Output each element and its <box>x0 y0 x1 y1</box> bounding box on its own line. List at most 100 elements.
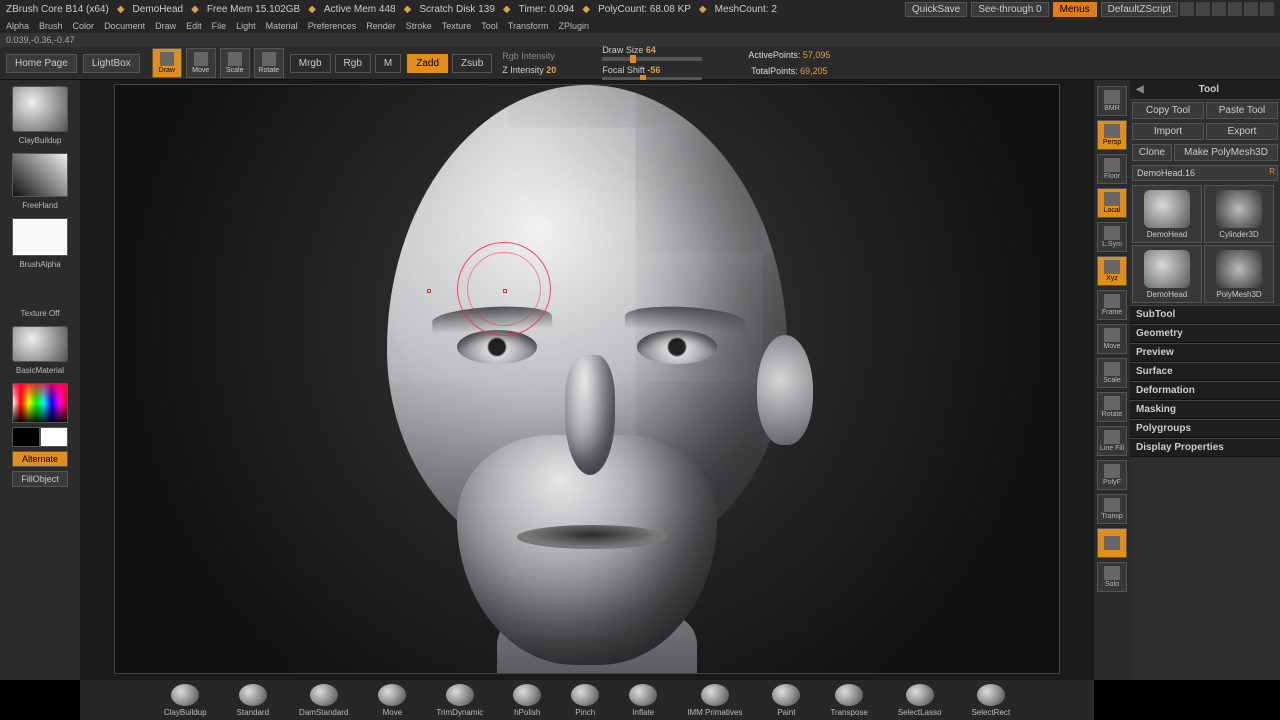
export-button[interactable]: Export <box>1206 123 1278 140</box>
alternate-button[interactable]: Alternate <box>12 451 68 467</box>
move-mode[interactable]: Move <box>186 48 216 78</box>
section-subtool[interactable]: SubTool <box>1130 305 1280 324</box>
menu-document[interactable]: Document <box>104 21 145 31</box>
section-masking[interactable]: Masking <box>1130 400 1280 419</box>
rgb-button[interactable]: Rgb <box>335 54 371 73</box>
alpha-thumb[interactable] <box>12 218 68 256</box>
menu-render[interactable]: Render <box>366 21 396 31</box>
section-display-properties[interactable]: Display Properties <box>1130 438 1280 457</box>
section-polygroups[interactable]: Polygroups <box>1130 419 1280 438</box>
make-polymesh-button[interactable]: Make PolyMesh3D <box>1174 144 1278 161</box>
brush-hpolish[interactable]: hPolish <box>513 684 541 717</box>
section-geometry[interactable]: Geometry <box>1130 324 1280 343</box>
menu-transform[interactable]: Transform <box>508 21 549 31</box>
shelf-transp[interactable]: Transp <box>1097 494 1127 524</box>
symmetry-marker <box>427 289 431 293</box>
window-icon[interactable] <box>1212 2 1226 16</box>
focalshift-slider[interactable]: Focal Shift -56 <box>602 65 702 81</box>
menu-light[interactable]: Light <box>236 21 256 31</box>
shelf-move[interactable]: Move <box>1097 324 1127 354</box>
seethrough-slider[interactable]: See-through 0 <box>971 2 1048 17</box>
scale-mode[interactable]: Scale <box>220 48 250 78</box>
shelf-xyz[interactable]: Xyz <box>1097 256 1127 286</box>
default-script[interactable]: DefaultZScript <box>1101 2 1178 17</box>
clone-button[interactable]: Clone <box>1132 144 1172 161</box>
menu-stroke[interactable]: Stroke <box>406 21 432 31</box>
menu-tool[interactable]: Tool <box>481 21 498 31</box>
menu-zplugin[interactable]: ZPlugin <box>558 21 589 31</box>
stroke-thumb[interactable] <box>12 153 68 197</box>
shelf-local[interactable]: Local <box>1097 188 1127 218</box>
section-surface[interactable]: Surface <box>1130 362 1280 381</box>
shelf-polyf[interactable]: PolyF <box>1097 460 1127 490</box>
shelf-floor[interactable]: Floor <box>1097 154 1127 184</box>
zintensity-slider[interactable]: Rgb Intensity <box>502 51 555 61</box>
lightbox-button[interactable]: LightBox <box>83 54 140 73</box>
brush-thumb[interactable] <box>12 86 68 132</box>
brush-claybuildup[interactable]: ClayBuildup <box>164 684 207 717</box>
material-label: BasicMaterial <box>16 366 64 375</box>
menu-preferences[interactable]: Preferences <box>308 21 357 31</box>
paste-tool-button[interactable]: Paste Tool <box>1206 102 1278 119</box>
brush-selectrect[interactable]: SelectRect <box>971 684 1010 717</box>
menu-brush[interactable]: Brush <box>39 21 63 31</box>
brush-pinch[interactable]: Pinch <box>571 684 599 717</box>
section-deformation[interactable]: Deformation <box>1130 381 1280 400</box>
brush-imm-primatives[interactable]: IMM Primatives <box>687 684 742 717</box>
shelf-persp[interactable]: Persp <box>1097 120 1127 150</box>
tool-name-field[interactable]: DemoHead.16R <box>1132 165 1278 181</box>
shelf-button[interactable] <box>1097 528 1127 558</box>
draw-mode[interactable]: Draw <box>152 48 182 78</box>
import-button[interactable]: Import <box>1132 123 1204 140</box>
tool-thumb[interactable]: DemoHead <box>1132 245 1202 303</box>
quicksave-button[interactable]: QuickSave <box>905 2 967 17</box>
brush-move[interactable]: Move <box>378 684 406 717</box>
brush-inflate[interactable]: Inflate <box>629 684 657 717</box>
brush-standard[interactable]: Standard <box>237 684 269 717</box>
minimize-icon[interactable] <box>1228 2 1242 16</box>
menu-draw[interactable]: Draw <box>155 21 176 31</box>
menus-toggle[interactable]: Menus <box>1053 2 1097 17</box>
close-icon[interactable] <box>1260 2 1274 16</box>
brush-paint[interactable]: Paint <box>772 684 800 717</box>
shelf-frame[interactable]: Frame <box>1097 290 1127 320</box>
menu-alpha[interactable]: Alpha <box>6 21 29 31</box>
maximize-icon[interactable] <box>1244 2 1258 16</box>
fillobject-button[interactable]: FillObject <box>12 471 68 487</box>
zadd-button[interactable]: Zadd <box>407 54 448 73</box>
brush-transpose[interactable]: Transpose <box>830 684 868 717</box>
window-icon[interactable] <box>1180 2 1194 16</box>
menu-texture[interactable]: Texture <box>442 21 472 31</box>
menu-material[interactable]: Material <box>266 21 298 31</box>
tool-thumb[interactable]: PolyMesh3D <box>1204 245 1274 303</box>
menu-color[interactable]: Color <box>73 21 95 31</box>
viewport[interactable] <box>114 84 1060 674</box>
shelf-bmr[interactable]: BMR <box>1097 86 1127 116</box>
menu-edit[interactable]: Edit <box>186 21 202 31</box>
fg-bg-swatch[interactable] <box>12 427 68 447</box>
home-button[interactable]: Home Page <box>6 54 77 73</box>
menu-file[interactable]: File <box>212 21 227 31</box>
tool-thumb[interactable]: DemoHead <box>1132 185 1202 243</box>
tool-thumb[interactable]: Cylinder3D <box>1204 185 1274 243</box>
active-points: ActivePoints: 57,095 <box>748 50 830 60</box>
color-picker[interactable] <box>12 383 68 423</box>
shelf-scale[interactable]: Scale <box>1097 358 1127 388</box>
zintensity-slider[interactable]: Z Intensity 20 <box>502 65 556 75</box>
mrgb-button[interactable]: Mrgb <box>290 54 331 73</box>
zsub-button[interactable]: Zsub <box>452 54 492 73</box>
shelf-l-sym[interactable]: L.Sym <box>1097 222 1127 252</box>
drawsize-slider[interactable]: Draw Size 64 <box>602 45 702 61</box>
shelf-rotate[interactable]: Rotate <box>1097 392 1127 422</box>
m-button[interactable]: M <box>375 54 401 73</box>
brush-selectlasso[interactable]: SelectLasso <box>898 684 942 717</box>
brush-damstandard[interactable]: DamStandard <box>299 684 348 717</box>
material-thumb[interactable] <box>12 326 68 362</box>
section-preview[interactable]: Preview <box>1130 343 1280 362</box>
shelf-solo[interactable]: Solo <box>1097 562 1127 592</box>
rotate-mode[interactable]: Rotate <box>254 48 284 78</box>
window-icon[interactable] <box>1196 2 1210 16</box>
brush-trimdynamic[interactable]: TrimDynamic <box>436 684 483 717</box>
copy-tool-button[interactable]: Copy Tool <box>1132 102 1204 119</box>
shelf-line-fill[interactable]: Line Fill <box>1097 426 1127 456</box>
